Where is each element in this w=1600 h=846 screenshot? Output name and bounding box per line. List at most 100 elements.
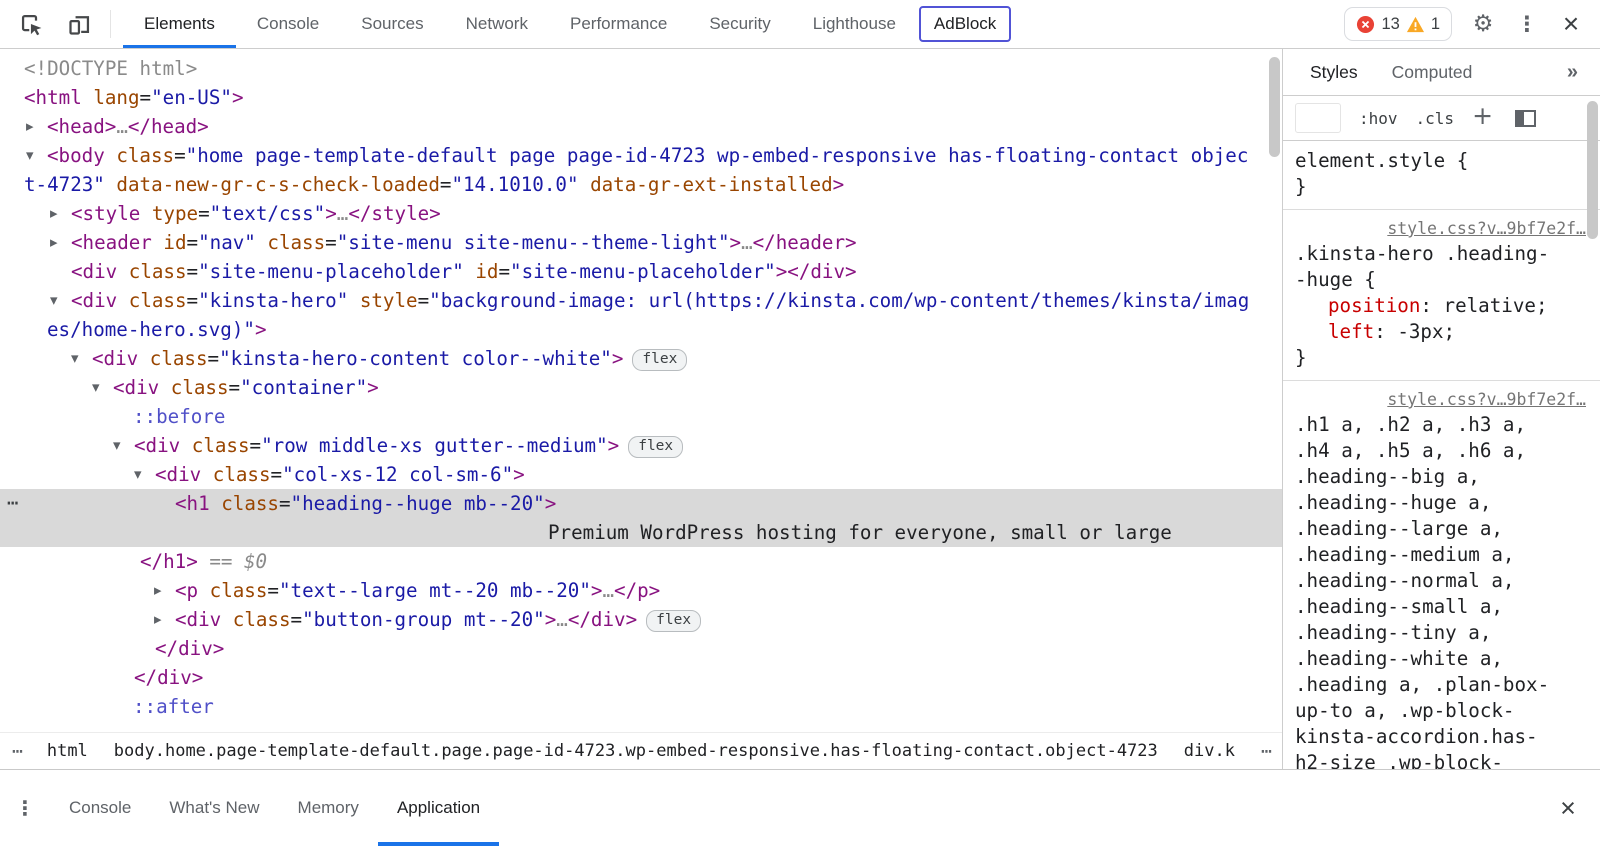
drawer-tab-what-s-new[interactable]: What's New	[150, 770, 278, 846]
node-options-icon[interactable]: ⋯	[7, 489, 19, 518]
close-devtools-icon[interactable]: ×	[1552, 5, 1590, 43]
stylesheet-link[interactable]: style.css?v…9bf7e2f…	[1295, 217, 1586, 241]
tree-line[interactable]: ▾ <div class="kinsta-hero-content color--…	[0, 344, 1282, 373]
sidebar-tab-bar: Styles Computed »	[1283, 49, 1600, 96]
breadcrumb-item[interactable]: html	[47, 741, 88, 761]
drawer: ⋮ Console What's New Memory Application ×	[0, 769, 1600, 846]
drawer-tab-console[interactable]: Console	[50, 770, 150, 846]
sidebar-overflow-icon[interactable]: »	[1567, 61, 1590, 84]
expand-arrow-icon[interactable]: ▸	[154, 605, 162, 634]
tree-line[interactable]: <!DOCTYPE html>	[0, 54, 1282, 83]
toolbar-divider	[110, 10, 111, 38]
issues-counter[interactable]: 13 1	[1344, 7, 1452, 41]
tree-line[interactable]: ▾ <div class="col-xs-12 col-sm-6">	[0, 460, 1282, 489]
tab-lighthouse[interactable]: Lighthouse	[792, 0, 917, 48]
sidebar-scrollbar[interactable]	[1587, 101, 1598, 239]
tree-line[interactable]: Premium WordPress hosting for everyone, …	[0, 518, 1282, 547]
tree-line[interactable]: ▸ <header id="nav" class="site-menu site-…	[0, 228, 1282, 257]
code-token: id	[475, 260, 499, 283]
collapse-arrow-icon[interactable]: ▾	[50, 286, 58, 315]
tree-line[interactable]: ▾ <body class="home page-template-default…	[0, 141, 1282, 170]
element-classes-button[interactable]: .cls	[1416, 109, 1455, 128]
css-property[interactable]: position: relative;	[1295, 293, 1586, 319]
tree-line[interactable]: ▾ <div class="container">	[0, 373, 1282, 402]
code-token: class	[191, 434, 250, 457]
device-toolbar-button[interactable]	[60, 5, 98, 43]
collapse-arrow-icon[interactable]: ▾	[134, 460, 142, 489]
drawer-tabs: Console What's New Memory Application	[50, 770, 499, 846]
flex-badge[interactable]: flex	[632, 349, 688, 371]
collapse-arrow-icon[interactable]: ▾	[26, 141, 34, 170]
tab-elements[interactable]: Elements	[123, 0, 236, 48]
code-token: …	[741, 231, 753, 254]
tab-security[interactable]: Security	[688, 0, 791, 48]
expand-arrow-icon[interactable]: ▸	[154, 576, 162, 605]
css-property[interactable]: left: -3px;	[1295, 319, 1586, 345]
code-token: "text/css"	[209, 202, 326, 225]
stylesheet-link[interactable]: style.css?v…9bf7e2f…	[1295, 388, 1586, 412]
settings-gear-icon[interactable]: ⚙	[1464, 5, 1502, 43]
close-drawer-icon[interactable]: ×	[1536, 770, 1600, 846]
breadcrumb-item[interactable]: body.home.page-template-default.page.pag…	[114, 741, 1158, 761]
expand-arrow-icon[interactable]: ▸	[50, 228, 58, 257]
pseudo-states-button[interactable]: :hov	[1359, 109, 1398, 128]
tab-sources[interactable]: Sources	[340, 0, 444, 48]
code-token: >	[607, 434, 620, 457]
collapse-arrow-icon[interactable]: ▾	[92, 373, 100, 402]
tree-line[interactable]: es/home-hero.svg)">	[0, 315, 1282, 344]
collapse-arrow-icon[interactable]: ▾	[71, 344, 79, 373]
breadcrumb-item[interactable]: div.k	[1184, 741, 1235, 761]
breadcrumb-overflow-icon[interactable]: ⋯	[1261, 741, 1272, 762]
code-token: "kinsta-hero-content color--white"	[219, 347, 612, 370]
elements-scrollbar[interactable]	[1269, 57, 1280, 157]
code-token: …	[116, 115, 128, 138]
tab-styles[interactable]: Styles	[1293, 49, 1375, 95]
tab-network[interactable]: Network	[445, 0, 549, 48]
code-token: class	[232, 608, 291, 631]
code-token: <div	[71, 289, 129, 312]
dom-tree: <!DOCTYPE html> <html lang="en-US"> ▸ <head…	[0, 49, 1282, 732]
tree-line[interactable]: </div>	[0, 634, 1282, 663]
tree-line[interactable]: </div>	[0, 663, 1282, 692]
inspect-element-button[interactable]	[12, 5, 50, 43]
tree-line[interactable]: ::after	[0, 692, 1282, 721]
code-token: "nav"	[198, 231, 268, 254]
flex-badge[interactable]: flex	[646, 610, 702, 632]
tree-line[interactable]: ▸ <div class="button-group mt--20">…</div…	[0, 605, 1282, 634]
expand-arrow-icon[interactable]: ▸	[50, 199, 58, 228]
expand-arrow-icon[interactable]: ▸	[26, 112, 34, 141]
tree-line[interactable]: ::before	[0, 402, 1282, 431]
breadcrumb-overflow-icon[interactable]: ⋯	[12, 741, 23, 762]
tab-performance[interactable]: Performance	[549, 0, 688, 48]
tree-line[interactable]: <div class="site-menu-placeholder" id="s…	[0, 257, 1282, 286]
flex-badge[interactable]: flex	[628, 436, 684, 458]
sidebar-tabs-box: Styles Computed	[1293, 49, 1489, 95]
rule-selector[interactable]: .kinsta-hero .heading--huge {	[1295, 241, 1557, 293]
tab-adblock[interactable]: AdBlock	[918, 6, 1012, 42]
code-token: …	[556, 608, 568, 631]
styles-filter-input[interactable]	[1295, 103, 1341, 133]
drawer-tab-application[interactable]: Application	[378, 770, 499, 846]
tree-line[interactable]: ⋯ <h1 class="heading--huge mb--20">	[0, 489, 1282, 518]
collapse-arrow-icon[interactable]: ▾	[113, 431, 121, 460]
tree-line[interactable]: ▸ <head>…</head>	[0, 112, 1282, 141]
more-options-icon[interactable]: ⋮	[1508, 5, 1546, 43]
tree-line[interactable]: ▸ <style type="text/css">…</style>	[0, 199, 1282, 228]
code-token: =	[207, 347, 220, 370]
rule-selector[interactable]: .h1 a, .h2 a, .h3 a, .h4 a, .h5 a, .h6 a…	[1295, 412, 1557, 769]
tree-line[interactable]: t-4723" data-new-gr-c-s-check-loaded="14…	[0, 170, 1282, 199]
tree-line[interactable]: <html lang="en-US">	[0, 83, 1282, 112]
rule-selector[interactable]: element.style {	[1295, 148, 1557, 174]
tab-computed[interactable]: Computed	[1375, 49, 1490, 95]
tree-line[interactable]: ▾ <div class="kinsta-hero" style="backgro…	[0, 286, 1282, 315]
tree-line[interactable]: ▸ <p class="text--large mt--20 mb--20">…<…	[0, 576, 1282, 605]
toggle-sidebar-pane-icon[interactable]	[1515, 109, 1537, 127]
styles-toolbar: :hov .cls +	[1283, 96, 1600, 141]
tree-line[interactable]: ▾ <div class="row middle-xs gutter--mediu…	[0, 431, 1282, 460]
drawer-menu-icon[interactable]: ⋮	[0, 770, 50, 846]
drawer-tab-memory[interactable]: Memory	[279, 770, 378, 846]
tree-line[interactable]: </h1> == $0	[0, 547, 1282, 576]
new-style-rule-button[interactable]: +	[1472, 101, 1493, 130]
tab-console[interactable]: Console	[236, 0, 340, 48]
code-token: "home page-template-default page page-id…	[185, 144, 1249, 167]
